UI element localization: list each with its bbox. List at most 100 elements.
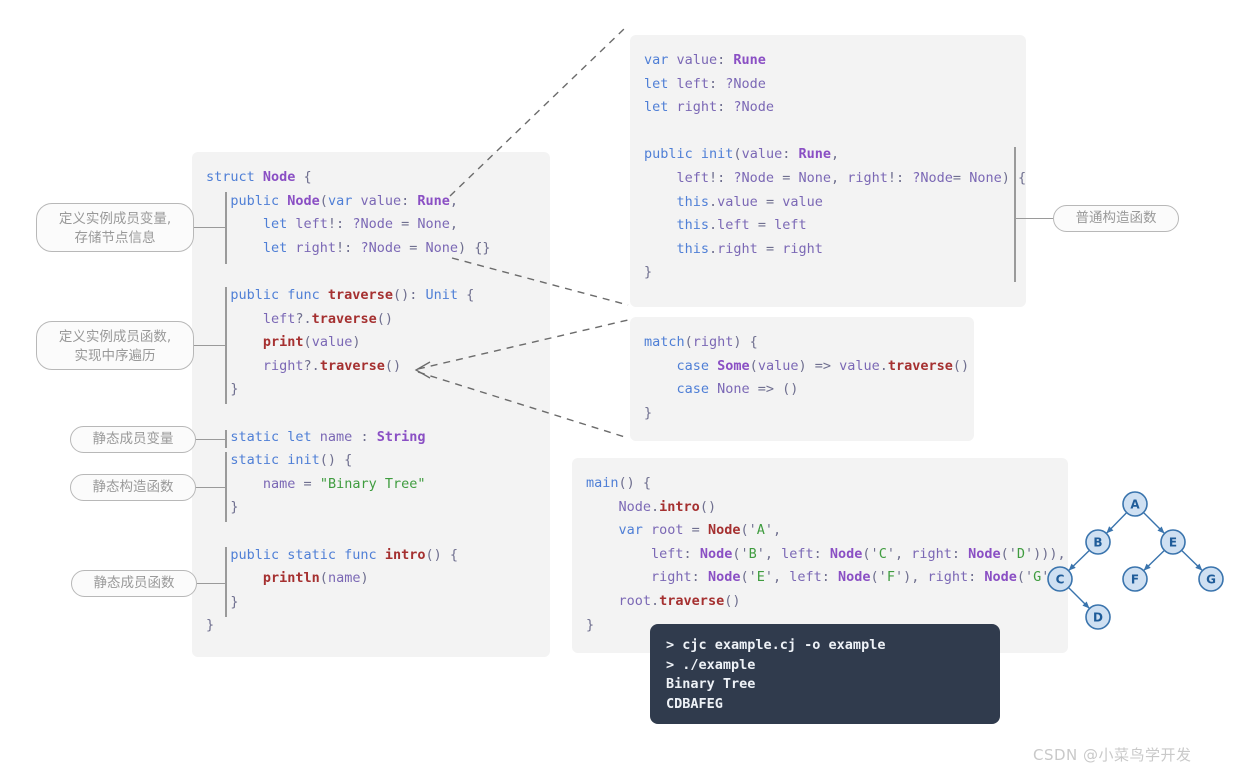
code-line: case Some(value) => value.traverse() xyxy=(644,355,974,379)
tree-node-G xyxy=(1198,566,1224,592)
code-token: right xyxy=(586,569,692,586)
code-token: this xyxy=(644,193,710,210)
code-token: static xyxy=(206,452,288,469)
code-token: D xyxy=(1016,545,1026,562)
code-line: } xyxy=(206,614,550,638)
code-token: , xyxy=(449,216,459,233)
code-token: (): xyxy=(392,286,426,303)
code-token: { xyxy=(295,169,312,185)
code-token: intro xyxy=(659,498,700,515)
code-token: ) xyxy=(352,334,361,351)
connector-static-var xyxy=(195,439,226,440)
code-token: ?. xyxy=(295,310,312,327)
code-token: : xyxy=(821,569,839,586)
code-token: Node xyxy=(968,545,1001,562)
code-line: left: Node('B', left: Node('C', right: N… xyxy=(586,543,1068,567)
code-line: println(name) xyxy=(206,567,550,591)
code-token: = xyxy=(765,240,783,257)
code-token: root xyxy=(651,522,692,539)
code-token: left xyxy=(774,217,807,234)
code-token: value xyxy=(741,146,783,163)
code-token: init xyxy=(287,452,320,469)
code-token: None xyxy=(425,239,458,256)
code-token: Node xyxy=(586,498,652,515)
code-token: ', xyxy=(764,522,782,539)
code-token: . xyxy=(709,193,718,210)
code-token: ( xyxy=(749,357,758,374)
terminal-output: > cjc example.cj -o example > ./example Bi… xyxy=(650,624,1000,724)
code-token: ( xyxy=(319,570,328,587)
code-line: let left!: ?Node = None, xyxy=(206,213,550,237)
code-line: } xyxy=(206,591,550,615)
tree-edge-B-C xyxy=(1068,549,1090,572)
tree-node-B xyxy=(1085,529,1111,555)
code-token: var xyxy=(327,192,361,209)
code-token: . xyxy=(879,357,888,374)
code-token: left xyxy=(717,217,758,234)
code-token: traverse xyxy=(887,357,953,374)
code-token: ', xyxy=(764,569,790,586)
code-token: () xyxy=(376,310,393,327)
tree-edge-E-G xyxy=(1181,549,1203,572)
code-token: . xyxy=(651,498,660,515)
code-line: var value: Rune xyxy=(644,49,1026,73)
code-token: right xyxy=(927,569,969,586)
code-token: = xyxy=(303,475,320,492)
code-token: : xyxy=(360,428,377,445)
code-line: name = "Binary Tree" xyxy=(206,473,550,497)
code-token: Some xyxy=(717,357,750,374)
code-token: C xyxy=(878,545,887,562)
code-line: } xyxy=(206,496,550,520)
code-token: (' xyxy=(740,569,757,586)
constructor-code-panel: var value: Rune let left: ?Node let right:… xyxy=(630,35,1026,307)
code-token: !: xyxy=(709,169,734,186)
code-token: name xyxy=(327,570,361,587)
code-token: case xyxy=(644,381,718,398)
tree-edge-arrow xyxy=(1106,526,1114,534)
code-token: ( xyxy=(303,334,312,351)
connector-instance-var xyxy=(190,227,226,228)
code-token: Node xyxy=(699,545,733,562)
code-token: () { xyxy=(618,475,652,491)
code-token: . xyxy=(651,592,660,609)
code-line: match(right) { xyxy=(644,331,974,355)
code-token: () { xyxy=(425,546,458,563)
code-token: traverse xyxy=(327,286,393,303)
code-token: (' xyxy=(1000,545,1017,562)
code-token: right xyxy=(206,357,304,374)
code-token: traverse xyxy=(659,592,725,609)
code-token: match xyxy=(644,334,685,350)
code-token: ?Node xyxy=(360,239,410,256)
code-token: value xyxy=(676,52,718,68)
code-token: E xyxy=(756,569,765,586)
code-line: this.left = left xyxy=(644,214,1026,238)
code-token: left xyxy=(206,310,296,327)
code-token: ( xyxy=(733,146,742,163)
code-line: right?.traverse() xyxy=(206,355,550,379)
code-token: = xyxy=(952,169,970,186)
code-token: traverse xyxy=(319,357,385,374)
code-token: !: xyxy=(336,239,361,256)
connector-instance-fn xyxy=(190,345,226,346)
code-token: () xyxy=(699,498,717,515)
annotation-static-function: 静态成员函数 xyxy=(71,570,197,597)
code-token: !: xyxy=(327,216,353,233)
code-token: None xyxy=(717,381,758,398)
code-token: ?Node xyxy=(725,75,766,92)
tree-node-A xyxy=(1122,491,1148,517)
code-token: right xyxy=(782,240,823,257)
code-token: () xyxy=(724,592,741,609)
code-token: , xyxy=(449,192,459,209)
code-token: . xyxy=(709,217,718,234)
tree-node-label-D: D xyxy=(1093,611,1103,625)
code-token: String xyxy=(376,428,426,445)
code-token: this xyxy=(644,240,710,257)
tree-edge-A-E xyxy=(1142,511,1166,535)
code-token: Node xyxy=(262,169,296,185)
tree-node-label-A: A xyxy=(1130,498,1140,512)
code-token: B xyxy=(748,545,757,562)
code-token: (' xyxy=(740,522,757,539)
code-token: : xyxy=(401,192,418,209)
code-token: '))) xyxy=(1041,569,1074,586)
